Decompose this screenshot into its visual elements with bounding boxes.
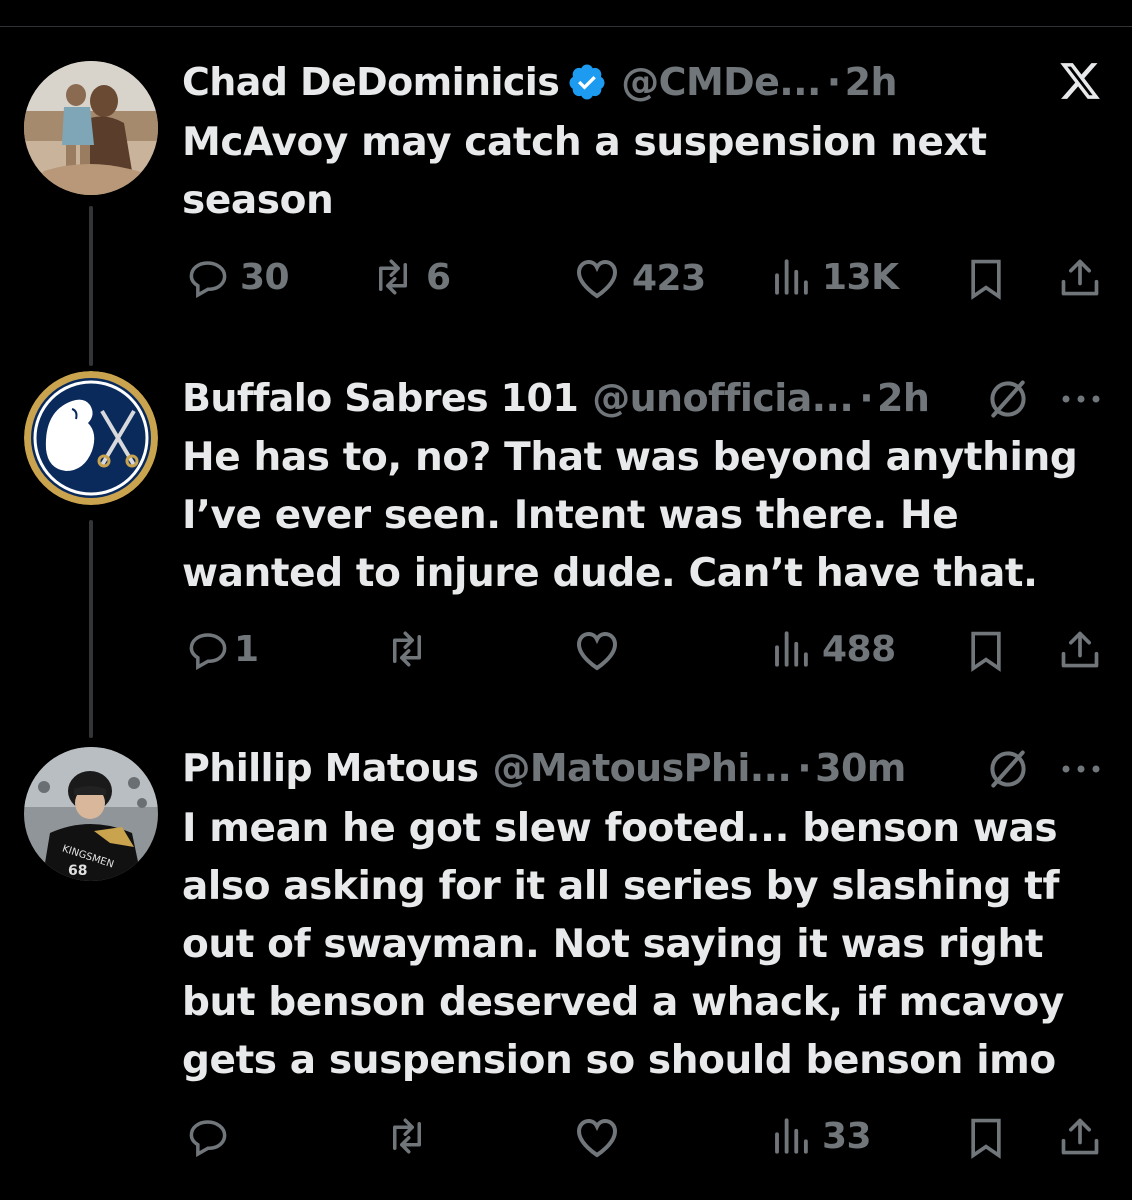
tweet-text: I mean he got slew footed... benson was … bbox=[182, 800, 1064, 1090]
handle[interactable]: @unofficia... bbox=[592, 376, 854, 420]
tweet-header: Buffalo Sabres 101 @unofficia... · 2h bbox=[182, 373, 930, 423]
like-button[interactable]: 423 bbox=[572, 256, 706, 300]
views-icon bbox=[775, 631, 808, 667]
tweet[interactable]: Chad DeDominicis @CMDe... · 2h McAvoy ma… bbox=[0, 57, 1132, 337]
retweet-icon bbox=[393, 631, 421, 667]
retweet-button[interactable] bbox=[384, 628, 430, 670]
separator-dot: · bbox=[826, 60, 841, 104]
bookmark-icon[interactable] bbox=[966, 629, 1006, 673]
views-button[interactable]: 488 bbox=[770, 628, 896, 670]
bookmark-icon[interactable] bbox=[966, 257, 1006, 301]
reply-button[interactable]: 30 bbox=[186, 256, 290, 298]
sabres-logo-icon bbox=[24, 371, 158, 505]
reply-icon bbox=[189, 1120, 227, 1157]
share-icon[interactable] bbox=[1058, 1114, 1102, 1160]
retweet-button[interactable] bbox=[384, 1115, 430, 1157]
tweet-text-line: gets a suspension so should benson imo bbox=[182, 1038, 1056, 1083]
avatar[interactable]: KINGSMEN 68 bbox=[24, 747, 158, 881]
display-name[interactable]: Buffalo Sabres 101 bbox=[182, 376, 579, 420]
handle[interactable]: @MatousPhi... bbox=[492, 746, 791, 790]
tweet-text-line: I mean he got slew footed... benson was bbox=[182, 806, 1058, 851]
verified-badge-icon bbox=[569, 64, 605, 100]
like-count: 423 bbox=[632, 257, 706, 299]
views-icon bbox=[775, 259, 808, 295]
x-logo-icon[interactable] bbox=[1057, 59, 1103, 103]
bookmark-icon[interactable] bbox=[966, 1116, 1006, 1160]
timestamp[interactable]: 2h bbox=[877, 376, 930, 420]
share-icon[interactable] bbox=[1058, 627, 1102, 673]
avatar-photo bbox=[24, 61, 158, 195]
tweet-header: Chad DeDominicis @CMDe... · 2h bbox=[182, 57, 898, 107]
display-name[interactable]: Chad DeDominicis bbox=[182, 60, 560, 104]
reply-button[interactable] bbox=[186, 1115, 230, 1157]
views-icon bbox=[775, 1118, 808, 1154]
like-icon bbox=[576, 259, 618, 299]
reply-count: 30 bbox=[240, 256, 290, 298]
retweet-button[interactable]: 6 bbox=[370, 256, 451, 298]
tweet-text-line: wanted to injure dude. Can’t have that. bbox=[182, 551, 1038, 596]
tweet-text: McAvoy may catch a suspension next seaso… bbox=[182, 114, 987, 230]
reply-count: 1 bbox=[234, 628, 259, 670]
views-button[interactable]: 33 bbox=[770, 1115, 872, 1157]
more-icon[interactable] bbox=[1060, 763, 1102, 775]
reply-icon bbox=[189, 633, 227, 670]
handle[interactable]: @CMDe... bbox=[621, 60, 821, 104]
tweet-text: He has to, no? That was beyond anything … bbox=[182, 429, 1078, 603]
views-button[interactable]: 13K bbox=[770, 256, 899, 298]
views-count: 13K bbox=[822, 256, 899, 298]
tweet[interactable]: Buffalo Sabres 101 @unofficia... · 2h He… bbox=[0, 371, 1132, 693]
tweet-text-line: McAvoy may catch a suspension next bbox=[182, 120, 987, 165]
retweet-icon bbox=[393, 1118, 421, 1154]
retweet-icon bbox=[379, 259, 407, 295]
tweet-header: Phillip Matous @MatousPhi... · 30m bbox=[182, 743, 906, 793]
views-count: 488 bbox=[822, 628, 896, 670]
tweet-text-line: season bbox=[182, 178, 334, 223]
tweet-text-line: I’ve ever seen. Intent was there. He bbox=[182, 493, 959, 538]
like-icon bbox=[576, 631, 618, 671]
timestamp[interactable]: 30m bbox=[815, 746, 906, 790]
separator-dot: · bbox=[859, 376, 874, 420]
tweet-text-line: also asking for it all series by slashin… bbox=[182, 864, 1060, 909]
like-button[interactable] bbox=[572, 1115, 622, 1159]
like-button[interactable] bbox=[572, 628, 622, 672]
views-count: 33 bbox=[822, 1115, 872, 1157]
retweet-count: 6 bbox=[426, 256, 451, 298]
avatar-photo: KINGSMEN 68 bbox=[24, 747, 158, 881]
grok-icon[interactable] bbox=[986, 377, 1030, 421]
separator-dot: · bbox=[797, 746, 812, 790]
avatar[interactable] bbox=[24, 61, 158, 195]
like-icon bbox=[576, 1118, 618, 1158]
top-divider bbox=[0, 26, 1132, 27]
tweet-text-line: He has to, no? That was beyond anything bbox=[182, 435, 1078, 480]
avatar[interactable] bbox=[24, 371, 158, 505]
reply-icon bbox=[189, 261, 227, 298]
tweet-text-line: but benson deserved a whack, if mcavoy bbox=[182, 980, 1064, 1025]
timestamp[interactable]: 2h bbox=[845, 60, 898, 104]
reply-button[interactable]: 1 bbox=[186, 628, 259, 670]
grok-icon[interactable] bbox=[986, 747, 1030, 791]
jersey-number: 68 bbox=[68, 863, 87, 879]
tweet[interactable]: KINGSMEN 68 Phillip Matous @MatousPhi...… bbox=[0, 743, 1132, 1173]
more-icon[interactable] bbox=[1060, 393, 1102, 405]
display-name[interactable]: Phillip Matous bbox=[182, 746, 479, 790]
tweet-text-line: out of swayman. Not saying it was right bbox=[182, 922, 1044, 967]
share-icon[interactable] bbox=[1058, 255, 1102, 301]
